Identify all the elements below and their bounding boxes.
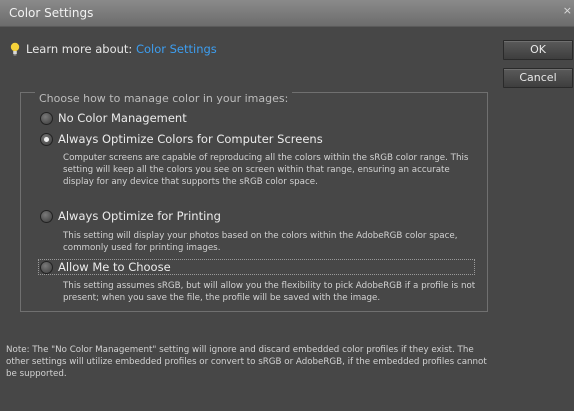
option-label: No Color Management [58,111,187,125]
radio-button-selected[interactable] [40,133,53,146]
option-description: This setting will display your photos ba… [63,231,458,253]
learn-more-label: Learn more about: [26,42,133,56]
note-text: Note: The "No Color Management" setting … [6,345,487,379]
option-label: Allow Me to Choose [58,260,171,274]
lightbulb-icon [10,42,20,56]
color-settings-link[interactable]: Color Settings [136,42,217,56]
option-description: This setting assumes sRGB, but will allo… [63,281,476,303]
ok-button[interactable]: OK [503,40,573,60]
color-management-group [20,92,488,312]
title-bar: Color Settings × [0,0,574,27]
group-legend: Choose how to manage color in your image… [35,92,293,105]
close-icon[interactable]: × [563,4,572,17]
option-description: Computer screens are capable of reproduc… [63,153,469,187]
radio-button[interactable] [40,112,53,125]
radio-button[interactable] [40,261,53,274]
window-title: Color Settings [9,6,94,20]
option-label: Always Optimize Colors for Computer Scre… [58,132,323,146]
cancel-button[interactable]: Cancel [503,68,573,88]
radio-button[interactable] [40,210,53,223]
option-label: Always Optimize for Printing [58,209,221,223]
learn-more: Learn more about: Color Settings [10,42,217,56]
